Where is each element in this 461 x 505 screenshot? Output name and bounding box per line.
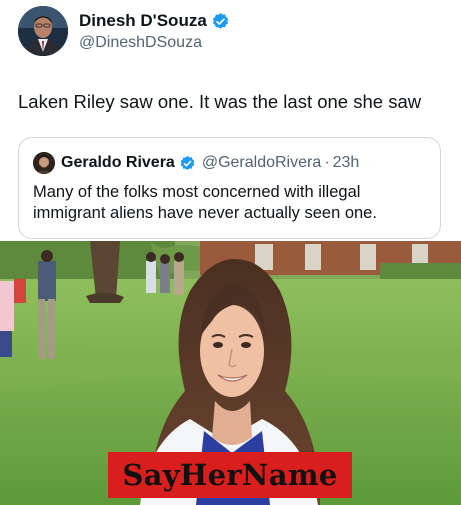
quoted-author-handle[interactable]: @GeraldoRivera: [202, 154, 321, 172]
tweet-header: Dinesh D'Souza @DineshDSouza: [18, 6, 451, 56]
tweet-text: Laken Riley saw one. It was the last one…: [18, 91, 422, 112]
author-name[interactable]: Dinesh D'Souza: [79, 11, 230, 31]
quoted-tweet-header: Geraldo Rivera @GeraldoRivera · 23h: [61, 152, 359, 174]
quoted-tweet-text: Many of the folks most concerned with il…: [33, 183, 377, 222]
quoted-tweet-card[interactable]: Geraldo Rivera @GeraldoRivera · 23h Many…: [18, 137, 441, 239]
author-avatar[interactable]: [18, 6, 68, 56]
verified-badge-icon: [179, 155, 196, 172]
banner-text: SayHerName: [122, 458, 338, 492]
quoted-author-name[interactable]: Geraldo Rivera: [61, 154, 175, 172]
author-handle[interactable]: @DineshDSouza: [79, 34, 202, 52]
quoted-author-avatar[interactable]: [33, 152, 55, 174]
author-display-name[interactable]: Dinesh D'Souza: [79, 11, 207, 31]
separator-dot: ·: [324, 154, 330, 171]
say-her-name-banner: SayHerName: [108, 452, 352, 498]
verified-badge-icon: [211, 12, 230, 31]
quoted-tweet-timestamp[interactable]: 23h: [333, 154, 360, 172]
